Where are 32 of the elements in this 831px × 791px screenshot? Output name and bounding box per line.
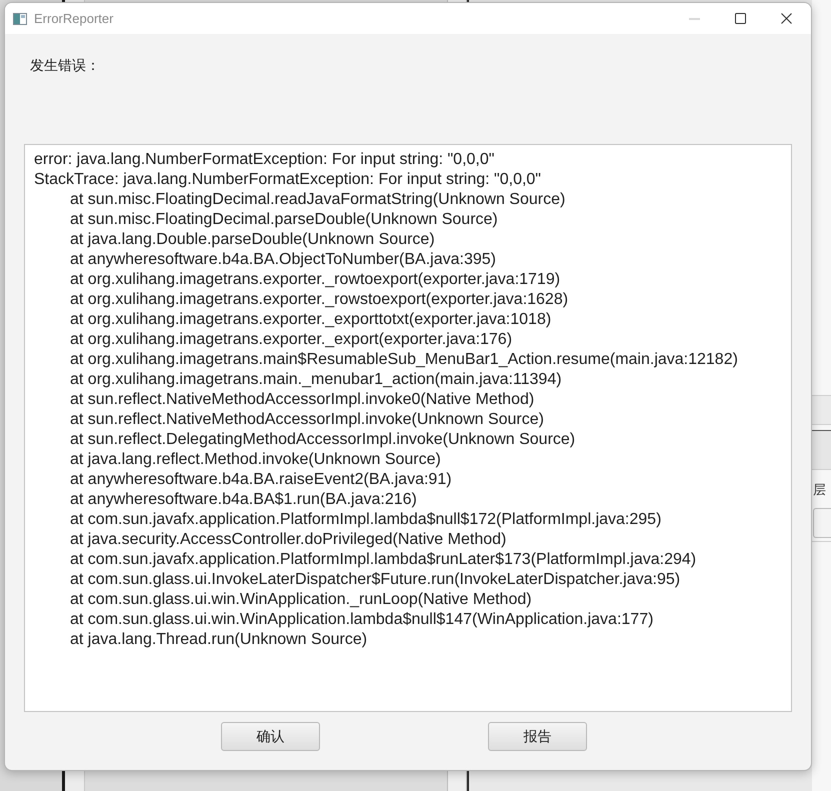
stack-trace-line: at sun.reflect.NativeMethodAccessorImpl.invoke0(Native Method) <box>69 390 534 410</box>
stack-trace-line: at org.xulihang.imagetrans.exporter._exporttotxt(exporter.java:1018) <box>69 310 552 330</box>
stack-trace-line: at anywheresoftware.b4a.BA.ObjectToNumber(BA.java:395) <box>69 250 496 270</box>
window-title: ErrorReporter <box>34 10 114 28</box>
error-message-label: 发生错误： <box>30 57 100 73</box>
stack-trace-line: StackTrace: java.lang.NumberFormatException: For input string: "0,0,0" <box>34 170 541 190</box>
dialog-button[interactable]: 报告 <box>488 722 587 751</box>
stack-trace-line: at java.security.AccessController.doPrivileged(Native Method) <box>69 530 506 550</box>
stack-trace-line: at com.sun.glass.ui.InvokeLaterDispatcher$Future.run(InvokeLaterDispatcher.java:95) <box>69 570 680 590</box>
stack-trace-line: at com.sun.javafx.application.PlatformImpl.lambda$null$172(PlatformImpl.java:295) <box>69 510 662 530</box>
stack-trace-line: at sun.reflect.DelegatingMethodAccessorImpl.invoke(Unknown Source) <box>69 430 576 450</box>
stack-trace-line: at org.xulihang.imagetrans.exporter._export(exporter.java:176) <box>69 330 512 350</box>
stack-trace-line: at sun.reflect.NativeMethodAccessorImpl.invoke(Unknown Source) <box>69 410 544 430</box>
stack-trace-line: at java.lang.Thread.run(Unknown Source) <box>69 630 368 650</box>
app-window-icon <box>13 12 27 24</box>
background-label: 层 <box>812 482 827 498</box>
stack-trace-line: at org.xulihang.imagetrans.main$ResumableSub_MenuBar1_Action.resume(main.java:12182) <box>69 350 738 370</box>
stack-trace-line: at sun.misc.FloatingDecimal.parseDouble(Unknown Source) <box>69 210 498 230</box>
dialog-button[interactable]: 确认 <box>221 722 320 751</box>
stack-trace-line: at java.lang.reflect.Method.invoke(Unknown Source) <box>69 450 441 470</box>
stack-trace-line: at org.xulihang.imagetrans.exporter._rowstoexport(exporter.java:1628) <box>69 290 568 310</box>
stack-trace-line: at org.xulihang.imagetrans.exporter._rowtoexport(exporter.java:1719) <box>69 270 560 290</box>
stack-trace-line: at org.xulihang.imagetrans.main._menubar1_action(main.java:11394) <box>69 370 562 390</box>
stack-trace-line: at java.lang.Double.parseDouble(Unknown Source) <box>69 230 435 250</box>
error-text-area[interactable] <box>24 144 792 712</box>
stack-trace-line: at sun.misc.FloatingDecimal.readJavaFormatString(Unknown Source) <box>69 190 566 210</box>
stack-trace-line: at anywheresoftware.b4a.BA.raiseEvent2(BA.java:91) <box>69 470 452 490</box>
stack-trace-line: at anywheresoftware.b4a.BA$1.run(BA.java:216) <box>69 490 417 510</box>
stack-trace-line: at com.sun.javafx.application.PlatformImpl.lambda$runLater$173(PlatformImpl.java:294) <box>69 550 696 570</box>
stack-trace-line: at com.sun.glass.ui.win.WinApplication.lambda$null$147(WinApplication.java:177) <box>69 610 654 630</box>
stack-trace-line: at com.sun.glass.ui.win.WinApplication._runLoop(Native Method) <box>69 590 532 610</box>
stack-trace-line: error: java.lang.NumberFormatException: For input string: "0,0,0" <box>34 150 494 170</box>
